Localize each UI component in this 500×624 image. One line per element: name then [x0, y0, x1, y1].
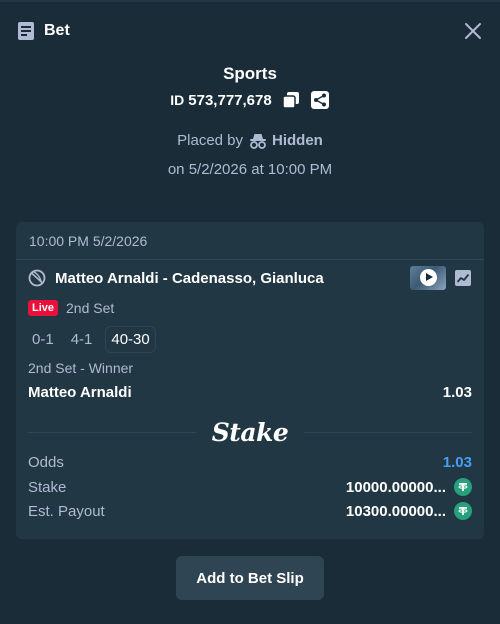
current-set: 2nd Set [66, 300, 115, 316]
tether-icon [454, 478, 472, 496]
bet-id-prefix: ID [170, 92, 185, 108]
score-set-1: 0-1 [32, 331, 54, 348]
placed-by-username: Hidden [272, 132, 323, 149]
stake-row: Stake 10000.00000... [28, 478, 472, 496]
live-stream-thumbnail[interactable] [410, 266, 446, 290]
placed-on-date: on 5/2/2026 at 10:00 PM [167, 161, 333, 178]
live-row: Live 2nd Set [28, 300, 114, 316]
modal-title: Bet [44, 22, 70, 39]
odds-value: 1.03 [442, 454, 472, 471]
placed-by-label: Placed by [177, 132, 244, 149]
stake-label: Stake [28, 478, 67, 496]
stake-value: 10000.00000... [345, 478, 446, 496]
tennis-ball-icon [28, 269, 46, 287]
selection-row: Matteo Arnaldi 1.03 [28, 384, 472, 401]
score-row: 0-1 4-1 40-30 [28, 326, 165, 353]
bet-id: 573,777,678 [188, 91, 272, 109]
share-icon[interactable] [310, 90, 330, 110]
payout-value: 10300.00000... [345, 502, 446, 520]
divider-line [28, 431, 196, 433]
bet-card: 10:00 PM 5/2/2026 Matteo Arnaldi - Caden… [16, 222, 484, 539]
stake-logo-divider: Stake [28, 417, 472, 447]
stats-chart-icon[interactable] [454, 269, 472, 287]
stake-amount: 10000.00000... [346, 478, 472, 496]
placed-by-user: Hidden [249, 132, 323, 149]
payout-row: Est. Payout 10300.00000... [28, 502, 472, 520]
odds-row: Odds 1.03 [28, 454, 472, 471]
score-current-game: 40-30 [105, 326, 156, 353]
odds-label: Odds [28, 454, 64, 471]
payout-label: Est. Payout [28, 502, 105, 520]
bet-slip-icon [16, 21, 36, 41]
bet-section: Sports [223, 64, 277, 83]
event-name[interactable]: Matteo Arnaldi - Cadenasso, Gianluca [55, 270, 324, 287]
top-strip [0, 0, 500, 2]
close-icon[interactable] [462, 20, 484, 42]
selection-odds: 1.03 [442, 384, 472, 401]
selection-name: Matteo Arnaldi [28, 384, 132, 401]
add-to-bet-slip-button[interactable]: Add to Bet Slip [176, 556, 324, 600]
copy-icon[interactable] [281, 90, 301, 110]
score-set-2: 4-1 [70, 331, 93, 348]
bet-id-row: ID 573,777,678 [0, 90, 500, 110]
market-name: 2nd Set - Winner [28, 360, 134, 376]
tether-icon [454, 502, 472, 520]
stake-logo: Stake [211, 417, 289, 447]
incognito-icon [250, 133, 267, 149]
live-badge: Live [28, 300, 59, 316]
payout-amount: 10300.00000... [346, 502, 472, 520]
event-row: Matteo Arnaldi - Cadenasso, Gianluca [28, 266, 472, 290]
event-datetime: 10:00 PM 5/2/2026 [16, 222, 484, 260]
placed-by-row: Placed by Hidden [0, 132, 500, 149]
divider-line [304, 431, 472, 433]
play-icon [420, 269, 437, 286]
modal-header: Bet [16, 18, 484, 44]
